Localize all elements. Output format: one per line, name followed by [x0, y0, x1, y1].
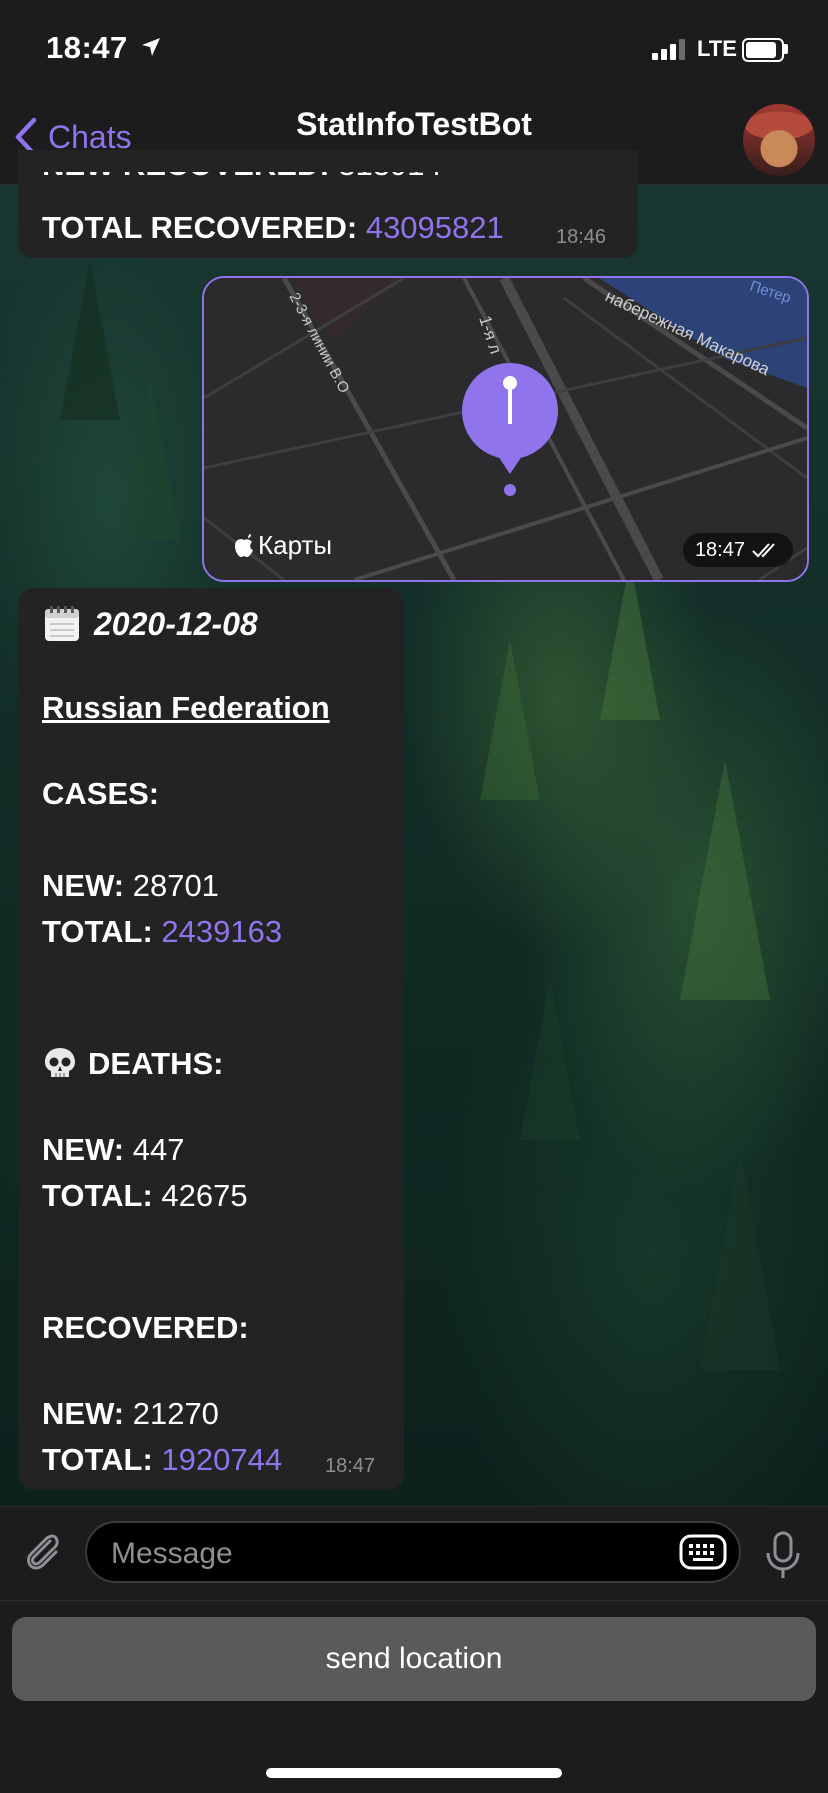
apple-logo-icon: [235, 533, 253, 557]
status-time: 18:47: [46, 30, 128, 65]
network-type: LTE: [697, 36, 737, 61]
message-time: 18:47: [694, 538, 745, 561]
keyboard-icon[interactable]: [679, 1533, 727, 1571]
partial-line: NEW RECOVERED: 313914: [42, 172, 642, 186]
battery-icon: [742, 38, 784, 62]
microphone-icon[interactable]: [763, 1531, 803, 1581]
message-time: 18:47: [325, 1455, 376, 1477]
stat-label: TOTAL RECOVERED:: [42, 210, 358, 245]
message-time-pill: 18:47: [682, 533, 793, 567]
message-placeholder: Message: [111, 1537, 233, 1570]
message-input[interactable]: Message: [85, 1521, 741, 1583]
number-link[interactable]: 1920744: [161, 1442, 282, 1477]
cases-heading: CASES:: [42, 776, 160, 811]
deaths-total: TOTAL: 42675: [42, 1178, 248, 1213]
report-date: 2020-12-08: [94, 605, 258, 642]
number-link[interactable]: 2439163: [161, 914, 282, 949]
maps-brand-label: Карты: [258, 530, 333, 560]
cases-new: NEW: 28701: [42, 868, 219, 903]
signal-strength-icon: [652, 38, 685, 60]
calendar-icon: [45, 606, 79, 641]
status-bar: 18:47 LTE: [0, 0, 828, 96]
maps-attribution: Карты: [234, 530, 332, 561]
date-row: 2020-12-08: [42, 604, 258, 644]
avatar[interactable]: [743, 104, 815, 176]
double-check-icon: [752, 543, 775, 558]
send-location-button[interactable]: send location: [12, 1617, 816, 1701]
chat-title[interactable]: StatInfoTestBot: [0, 106, 828, 143]
deaths-new: NEW: 447: [42, 1132, 185, 1167]
skull-icon: [45, 1048, 75, 1077]
cases-total: TOTAL: 2439163: [42, 914, 283, 949]
location-message[interactable]: 2-3-я линии В.О 1-я л набережная Макаров…: [202, 276, 809, 582]
message-time: 18:46: [556, 226, 607, 248]
message-line: TOTAL RECOVERED: 43095821: [42, 205, 504, 251]
deaths-heading: DEATHS:: [42, 1046, 223, 1082]
country-link[interactable]: Russian Federation: [42, 690, 330, 726]
message-input-bar: Message: [0, 1506, 828, 1601]
recovered-new: NEW: 21270: [42, 1396, 219, 1431]
bot-reply-keyboard: send location: [0, 1600, 828, 1793]
recovered-total: TOTAL: 1920744: [42, 1442, 283, 1477]
stat-label: NEW RECOVERED:: [42, 172, 330, 182]
stat-value: 313914: [338, 172, 441, 182]
location-arrow-icon: [142, 38, 160, 56]
recovered-heading: RECOVERED:: [42, 1310, 249, 1345]
number-link[interactable]: 43095821: [366, 210, 504, 245]
paperclip-icon[interactable]: [20, 1529, 64, 1573]
home-indicator[interactable]: [266, 1768, 562, 1778]
